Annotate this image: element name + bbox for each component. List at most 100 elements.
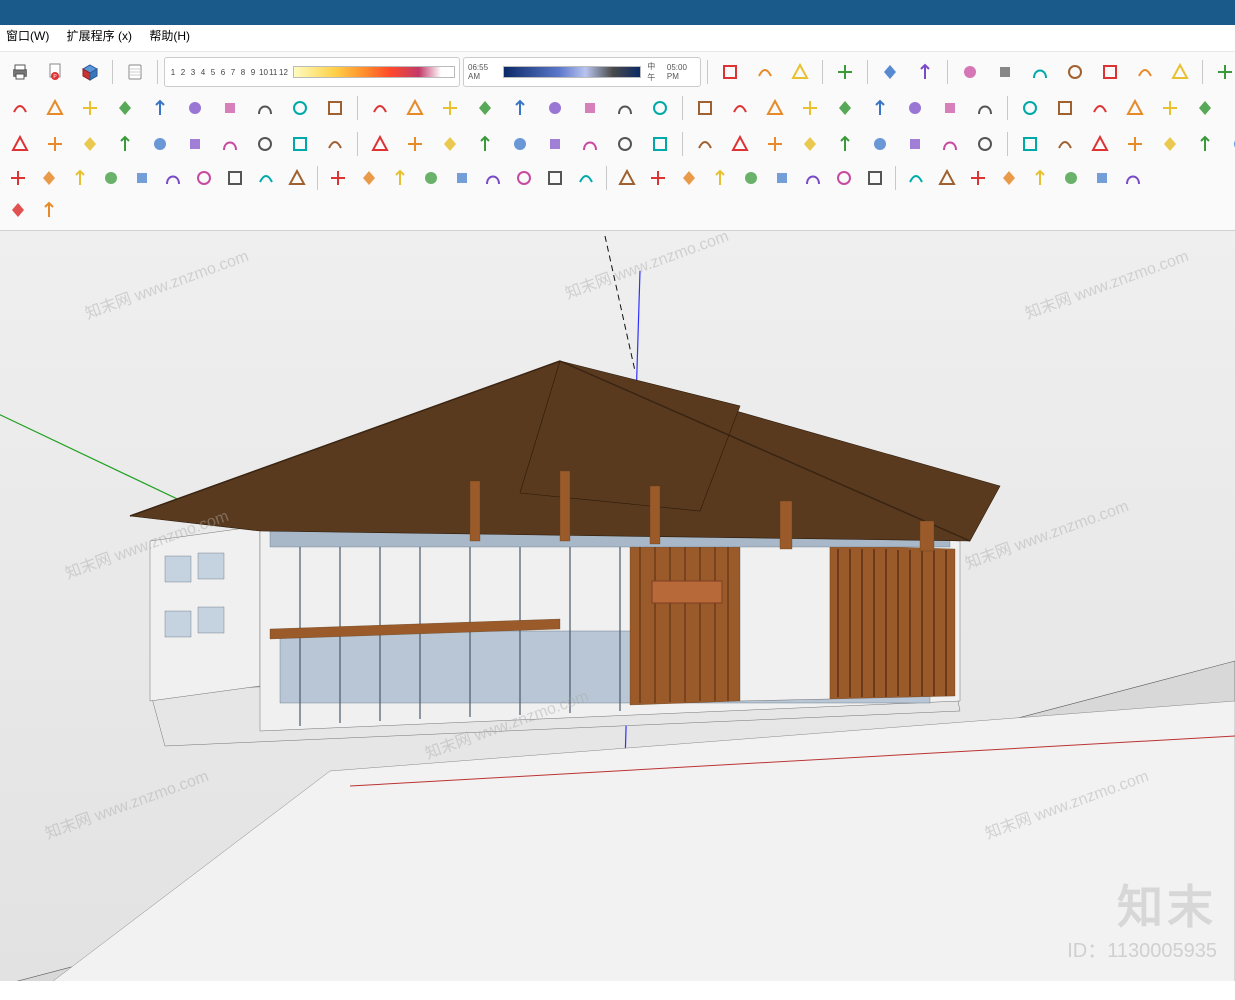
sun-icon[interactable] bbox=[724, 128, 756, 160]
divider-icon[interactable] bbox=[969, 92, 1001, 124]
road-join-icon[interactable] bbox=[74, 92, 106, 124]
hex-y-icon[interactable] bbox=[469, 128, 501, 160]
sphere-icon[interactable] bbox=[799, 164, 827, 192]
view-top-icon[interactable] bbox=[1024, 56, 1056, 88]
comp-icon[interactable] bbox=[1084, 92, 1116, 124]
flip-h-icon[interactable] bbox=[1014, 92, 1046, 124]
circle2-icon[interactable] bbox=[249, 128, 281, 160]
o-cyan3-icon[interactable] bbox=[355, 164, 383, 192]
ellipse-y-icon[interactable] bbox=[434, 128, 466, 160]
blob1-icon[interactable] bbox=[706, 164, 734, 192]
up-mag-icon[interactable] bbox=[1224, 128, 1235, 160]
lane-icon[interactable] bbox=[934, 92, 966, 124]
bar-set-icon[interactable] bbox=[864, 92, 896, 124]
broom-icon[interactable] bbox=[1154, 92, 1186, 124]
rect2-orange-icon[interactable] bbox=[144, 128, 176, 160]
o-cyan5-icon[interactable] bbox=[417, 164, 445, 192]
eraser-icon[interactable] bbox=[252, 164, 280, 192]
arc-red-icon[interactable] bbox=[4, 128, 36, 160]
road-cross-icon[interactable] bbox=[109, 92, 141, 124]
shade-xray-icon[interactable] bbox=[1209, 56, 1235, 88]
bool6-icon[interactable] bbox=[995, 164, 1023, 192]
flag-fr-icon[interactable] bbox=[159, 164, 187, 192]
cube-r-icon[interactable] bbox=[829, 128, 861, 160]
cube-y-icon[interactable] bbox=[759, 128, 791, 160]
menu-window[interactable]: 窗口(W) bbox=[6, 29, 49, 43]
up-blue2-icon[interactable] bbox=[1189, 128, 1221, 160]
bool5-icon[interactable] bbox=[964, 164, 992, 192]
notebook-icon[interactable] bbox=[119, 56, 151, 88]
road-arc-icon[interactable] bbox=[249, 92, 281, 124]
up-yellow-n-icon[interactable] bbox=[969, 128, 1001, 160]
date-gradient[interactable] bbox=[293, 66, 455, 78]
poly-blue2-icon[interactable] bbox=[613, 164, 641, 192]
stairs-icon[interactable] bbox=[4, 92, 36, 124]
rhombus-y-icon[interactable] bbox=[448, 164, 476, 192]
pack-icon[interactable] bbox=[74, 56, 106, 88]
circle-dbl-icon[interactable] bbox=[284, 128, 316, 160]
cross-icon[interactable] bbox=[1119, 164, 1147, 192]
arc-tool-icon[interactable] bbox=[1088, 164, 1116, 192]
shadow-date-slider[interactable]: 123456789101112 bbox=[164, 57, 460, 87]
screen-cam-icon[interactable] bbox=[689, 128, 721, 160]
time-gradient[interactable] bbox=[503, 66, 641, 78]
mirror-icon[interactable] bbox=[1049, 92, 1081, 124]
wave-icon[interactable] bbox=[609, 92, 641, 124]
up-orange-s-icon[interactable] bbox=[1014, 128, 1046, 160]
circle1-icon[interactable] bbox=[214, 128, 246, 160]
section-icon[interactable] bbox=[434, 92, 466, 124]
up-yel2-icon[interactable] bbox=[1084, 128, 1116, 160]
undo-arc-icon[interactable] bbox=[319, 92, 351, 124]
sun-y-icon[interactable] bbox=[541, 164, 569, 192]
lines-icon[interactable] bbox=[759, 92, 791, 124]
shell3-icon[interactable] bbox=[66, 164, 94, 192]
arc-over-icon[interactable] bbox=[899, 92, 931, 124]
pdf-icon[interactable] bbox=[749, 56, 781, 88]
menu-extensions[interactable]: 扩展程序 (x) bbox=[67, 29, 132, 43]
road-ramp-icon[interactable] bbox=[179, 92, 211, 124]
grid-y-icon[interactable] bbox=[128, 164, 156, 192]
pdf-icon[interactable]: P bbox=[39, 56, 71, 88]
up-org2-icon[interactable] bbox=[1119, 128, 1151, 160]
view-right-icon[interactable] bbox=[1164, 56, 1196, 88]
up-red-j-icon[interactable] bbox=[899, 128, 931, 160]
swirl-icon[interactable] bbox=[794, 92, 826, 124]
lumion-icon[interactable] bbox=[504, 128, 536, 160]
menu-help[interactable]: 帮助(H) bbox=[149, 29, 190, 43]
bool4-icon[interactable] bbox=[933, 164, 961, 192]
screen-icon[interactable] bbox=[574, 128, 606, 160]
up-blue-icon[interactable] bbox=[864, 128, 896, 160]
o-cyan7-icon[interactable] bbox=[510, 164, 538, 192]
arrow-r-icon[interactable] bbox=[644, 164, 672, 192]
up-red-f-icon[interactable] bbox=[1049, 128, 1081, 160]
brush-icon[interactable] bbox=[469, 92, 501, 124]
o-cyan4-icon[interactable] bbox=[386, 164, 414, 192]
poly1-icon[interactable] bbox=[284, 92, 316, 124]
3d-viewport[interactable]: 知末网 www.znzmo.com 知末网 www.znzmo.com 知末网 … bbox=[0, 231, 1235, 981]
bars-icon[interactable] bbox=[39, 92, 71, 124]
angle-icon[interactable] bbox=[675, 164, 703, 192]
light-icon[interactable] bbox=[1026, 164, 1054, 192]
nav-icon[interactable] bbox=[954, 56, 986, 88]
bool1-icon[interactable] bbox=[830, 164, 858, 192]
o-cyan6-icon[interactable] bbox=[479, 164, 507, 192]
cube-icon[interactable] bbox=[574, 92, 606, 124]
blob2-icon[interactable] bbox=[737, 164, 765, 192]
rect-orange-icon[interactable] bbox=[39, 128, 71, 160]
wrench-green-icon[interactable] bbox=[399, 128, 431, 160]
arc2-red-icon[interactable] bbox=[109, 128, 141, 160]
shell1-icon[interactable] bbox=[4, 164, 32, 192]
iso-icon[interactable] bbox=[989, 56, 1021, 88]
view-front-icon[interactable] bbox=[1059, 56, 1091, 88]
q-blue-icon[interactable] bbox=[1057, 164, 1085, 192]
cube-o-icon[interactable] bbox=[794, 128, 826, 160]
o-cyan1-icon[interactable] bbox=[283, 164, 311, 192]
diamond-y-icon[interactable] bbox=[364, 128, 396, 160]
o-cyan2-icon[interactable] bbox=[324, 164, 352, 192]
rect3-orange-icon[interactable] bbox=[179, 128, 211, 160]
poly-edit-icon[interactable] bbox=[539, 92, 571, 124]
notebook-icon[interactable] bbox=[829, 56, 861, 88]
calendar-icon[interactable] bbox=[1224, 92, 1235, 124]
undo-icon[interactable] bbox=[4, 196, 32, 224]
bool3-icon[interactable] bbox=[902, 164, 930, 192]
